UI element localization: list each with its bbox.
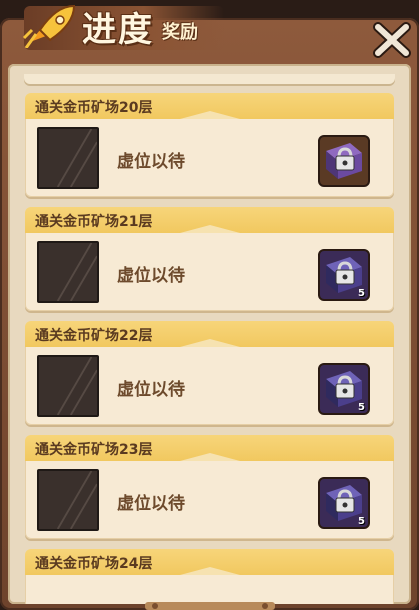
level-title: 通关金币矿场23层	[35, 442, 153, 458]
card-header: 通关金币矿场21层	[25, 207, 394, 233]
list-item: 通关金币矿场21层 虚位以待 5	[25, 207, 394, 311]
reward-count: 5	[358, 288, 365, 299]
list-item: 通关金币矿场22层 虚位以待 5	[25, 321, 394, 425]
empty-item-slot	[37, 127, 99, 189]
empty-item-slot	[37, 469, 99, 531]
reward-item[interactable]: 5	[318, 477, 370, 529]
reward-item[interactable]: 5	[318, 249, 370, 301]
card-header: 通关金币矿场24层	[25, 549, 394, 575]
placeholder-text: 虚位以待	[117, 494, 185, 514]
placeholder-text: 虚位以待	[117, 380, 185, 400]
placeholder-text: 虚位以待	[117, 266, 185, 286]
card-header: 通关金币矿场23层	[25, 435, 394, 461]
placeholder-text: 虚位以待	[117, 152, 185, 172]
card-header: 通关金币矿场20层	[25, 93, 394, 119]
chevron-icon	[179, 225, 240, 233]
level-title: 通关金币矿场22层	[35, 328, 153, 344]
reward-count: 5	[358, 402, 365, 413]
panel-top-lip	[24, 74, 395, 84]
dialog-subtitle: 奖励	[162, 22, 198, 43]
scroll-handle	[145, 602, 275, 610]
empty-item-slot	[37, 355, 99, 417]
chevron-icon	[179, 339, 240, 347]
level-title: 通关金币矿场24层	[35, 556, 153, 572]
list-item: 通关金币矿场20层 虚位以待	[25, 93, 394, 197]
empty-item-slot	[37, 241, 99, 303]
reward-item[interactable]: 5	[318, 363, 370, 415]
close-icon	[373, 22, 411, 58]
chevron-icon	[179, 453, 240, 461]
level-title: 通关金币矿场21层	[35, 214, 153, 230]
locked-chest-icon	[326, 143, 362, 179]
chevron-icon	[179, 111, 240, 119]
rocket-icon	[22, 4, 76, 48]
list-item: 通关金币矿场23层 虚位以待 5	[25, 435, 394, 539]
reward-count: 5	[358, 516, 365, 527]
dialog-title: 进度	[82, 10, 154, 50]
reward-item[interactable]	[318, 135, 370, 187]
card-header: 通关金币矿场22层	[25, 321, 394, 347]
level-title: 通关金币矿场20层	[35, 100, 153, 116]
chevron-icon	[179, 567, 240, 575]
reward-panel[interactable]: 通关金币矿场20层 虚位以待 通关金币矿场21层 虚位以待 5 通关金币矿场22…	[8, 64, 411, 604]
close-button[interactable]	[373, 22, 411, 58]
list-item: 通关金币矿场24层	[25, 549, 394, 604]
